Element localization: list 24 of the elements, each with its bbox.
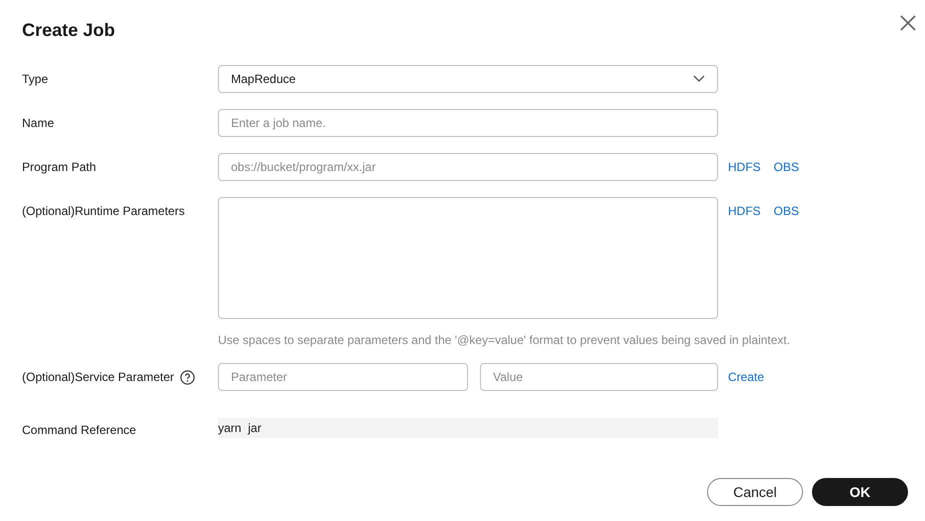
field-label: Program Path [22, 159, 96, 176]
text-field[interactable]: obs://bucket/program/xx.jar [218, 153, 718, 181]
source-link[interactable]: OBS [774, 153, 800, 181]
field-label: Type [22, 71, 48, 88]
help-icon[interactable] [180, 370, 196, 384]
text-field[interactable]: Enter a job name. [218, 109, 718, 137]
type-select[interactable]: MapReduce [218, 65, 718, 93]
field-label: Name [22, 115, 54, 132]
ok-button[interactable]: OK [812, 478, 908, 506]
chevron-down-icon [693, 75, 705, 83]
source-link[interactable]: HDFS [728, 153, 761, 181]
close-icon[interactable] [898, 13, 918, 33]
field-label: (Optional)Service Parameter [22, 369, 174, 386]
hint-text: Use spaces to separate parameters and the '@key=value' format to prevent values being saved in plaintext. [218, 333, 790, 347]
create-link[interactable]: Create [728, 363, 764, 391]
source-link[interactable]: OBS [774, 197, 800, 225]
source-link[interactable]: HDFS [728, 197, 761, 225]
command-text: yarn jar [218, 418, 718, 438]
field-label: (Optional)Runtime Parameters [22, 203, 185, 220]
field-label: Command Reference [22, 422, 136, 439]
text-field[interactable]: Value [480, 363, 718, 391]
text-field[interactable]: Parameter [218, 363, 468, 391]
cancel-button[interactable]: Cancel [707, 478, 803, 506]
dialog-title: Create Job [22, 20, 116, 41]
